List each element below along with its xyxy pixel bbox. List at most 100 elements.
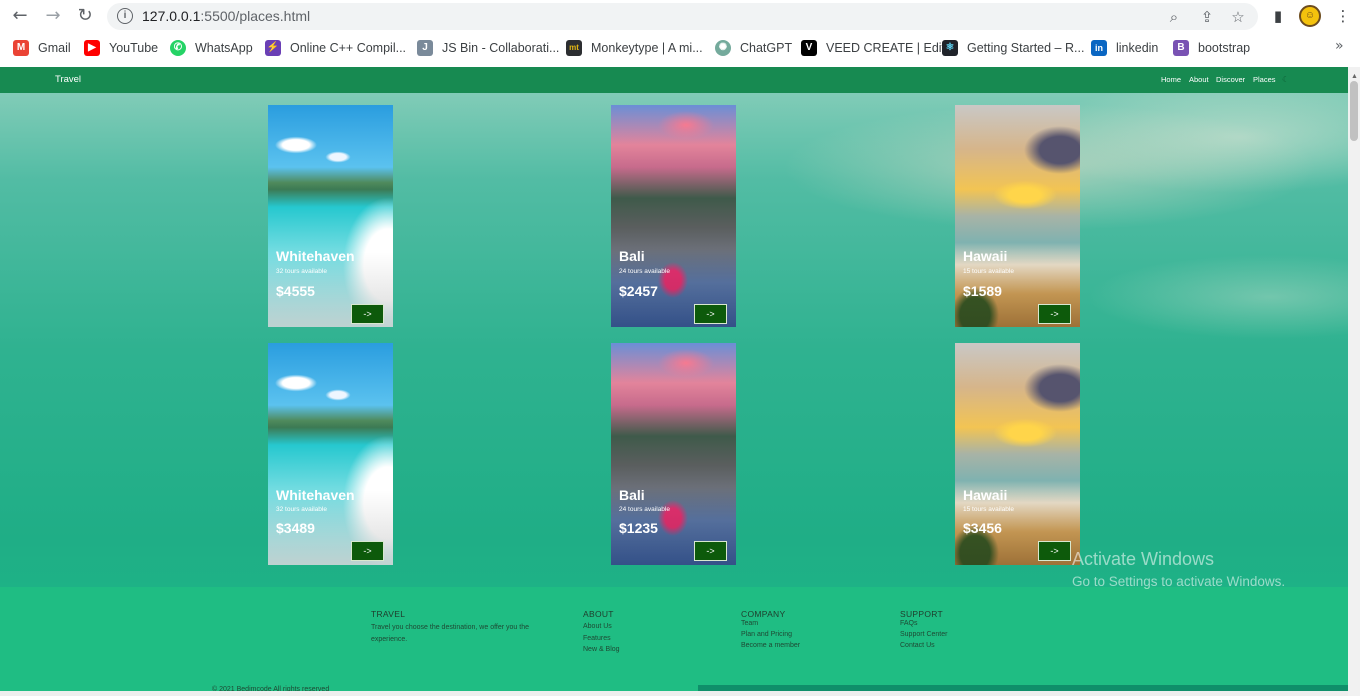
card-arrow-button[interactable]: -> [351, 304, 384, 324]
bookmark-label: Online C++ Compil... [290, 41, 407, 55]
react-icon: ⚛ [942, 40, 958, 56]
footer-link-support-center[interactable]: Support Center [900, 631, 947, 638]
card-arrow-button[interactable]: -> [694, 541, 727, 561]
place-card[interactable]: Whitehaven 32 tours available $4555 -> [268, 105, 393, 327]
bookmark-label: bootstrap [1198, 41, 1251, 55]
place-card[interactable]: Hawaii 15 tours available $3456 -> [955, 343, 1080, 565]
footer-heading-company: COMPANY [741, 609, 786, 619]
card-price: $2457 [619, 283, 658, 299]
bookmark-bootstrap[interactable]: Bbootstrap [1173, 39, 1250, 57]
browser-toolbar: ← → ↻ i 127.0.0.1:5500/places.html ⌕ ⇪ ☆… [0, 0, 1360, 33]
card-tours: 32 tours available [276, 506, 327, 513]
footer-heading-about: ABOUT [583, 609, 614, 619]
bookmark-veed[interactable]: V VEED CREATE | Edit [801, 39, 945, 57]
card-arrow-button[interactable]: -> [1038, 304, 1071, 324]
card-arrow-button[interactable]: -> [694, 304, 727, 324]
bookmark-star-icon[interactable]: ☆ [1228, 7, 1248, 27]
chatgpt-icon: ✺ [715, 40, 731, 56]
footer-link-faqs[interactable]: FAQs [900, 620, 918, 627]
site-header: Travel Home About Discover Places ☾ [0, 67, 1348, 93]
zoom-icon[interactable]: ⌕ [1164, 7, 1184, 27]
card-arrow-button[interactable]: -> [351, 541, 384, 561]
nav-link-discover[interactable]: Discover [1216, 75, 1245, 84]
footer-link-about-us[interactable]: About Us [583, 623, 612, 630]
card-price: $4555 [276, 283, 315, 299]
site-info-icon[interactable]: i [117, 8, 133, 24]
bookmarks-overflow-icon[interactable]: » [1335, 38, 1344, 54]
bookmark-jsbin[interactable]: J JS Bin - Collaborati... [417, 39, 559, 57]
footer-link-become-member[interactable]: Become a member [741, 642, 800, 649]
place-card[interactable]: Bali 24 tours available $2457 -> [611, 105, 736, 327]
watermark-subtitle: Go to Settings to activate Windows. [1072, 574, 1286, 589]
card-title: Hawaii [963, 487, 1008, 503]
reload-icon[interactable]: ↻ [73, 5, 97, 27]
url-host: 127.0.0.1 [142, 8, 201, 24]
card-title: Bali [619, 248, 645, 264]
card-tours: 32 tours available [276, 268, 327, 275]
bookmark-chatgpt[interactable]: ✺ ChatGPT [715, 39, 792, 57]
scrollbar-thumb[interactable] [1350, 81, 1358, 141]
bookmark-online-cpp[interactable]: ⚡ Online C++ Compil... [265, 39, 406, 57]
site-brand[interactable]: Travel [55, 74, 81, 85]
profile-avatar[interactable]: ☺ [1299, 5, 1321, 27]
jsbin-icon: J [417, 40, 433, 56]
bookmark-label: ChatGPT [740, 41, 793, 55]
bookmark-label: linkedin [1116, 41, 1159, 55]
card-price: $1235 [619, 520, 658, 536]
site-footer: TRAVEL Travel you choose the destination… [0, 587, 1348, 696]
card-price: $3489 [276, 520, 315, 536]
lightning-icon: ⚡ [265, 40, 281, 56]
youtube-icon: ▶ [84, 40, 100, 56]
card-tours: 15 tours available [963, 506, 1014, 513]
footer-link-features[interactable]: Features [583, 635, 611, 642]
veed-icon: V [801, 40, 817, 56]
whatsapp-icon: ✆ [170, 40, 186, 56]
url-text[interactable]: 127.0.0.1:5500/places.html [142, 8, 310, 24]
footer-link-news-blog[interactable]: New & Blog [583, 646, 620, 653]
bookmark-label: Getting Started – R... [967, 41, 1085, 55]
bookmark-label: JS Bin - Collaborati... [442, 41, 560, 55]
vertical-scrollbar[interactable]: ▲ [1348, 67, 1360, 696]
card-title: Whitehaven [276, 487, 355, 503]
monkeytype-icon: mt [566, 40, 582, 56]
footer-link-contact-us[interactable]: Contact Us [900, 642, 935, 649]
bookmark-monkeytype[interactable]: mt Monkeytype | A mi... [566, 39, 703, 57]
bookmark-label: WhatsApp [195, 41, 253, 55]
card-price: $3456 [963, 520, 1002, 536]
back-icon[interactable]: ← [8, 5, 32, 27]
bookmarks-bar: M Gmail ▶ YouTube ✆ WhatsApp ⚡ Online C++ Co… [0, 34, 1360, 62]
scroll-up-icon[interactable]: ▲ [1351, 73, 1358, 80]
footer-link-team[interactable]: Team [741, 620, 758, 627]
bookmark-youtube[interactable]: ▶ YouTube [84, 39, 158, 57]
card-title: Hawaii [963, 248, 1008, 264]
theme-toggle-icon[interactable]: ☾ [1282, 75, 1289, 84]
address-bar[interactable]: i 127.0.0.1:5500/places.html ⌕ ⇪ ☆ [107, 3, 1258, 30]
card-arrow-button[interactable]: -> [1038, 541, 1071, 561]
forward-icon[interactable]: → [41, 5, 65, 27]
bookmark-label: Monkeytype | A mi... [591, 41, 703, 55]
share-icon[interactable]: ⇪ [1197, 7, 1217, 27]
bootstrap-icon: B [1173, 40, 1189, 56]
nav-link-about[interactable]: About [1189, 75, 1209, 84]
nav-link-places[interactable]: Places [1253, 75, 1276, 84]
card-price: $1589 [963, 283, 1002, 299]
side-panel-icon[interactable]: ▮ [1268, 6, 1288, 26]
nav-link-home[interactable]: Home [1161, 75, 1181, 84]
horizontal-scroll-area[interactable] [0, 691, 1348, 696]
bookmark-linkedin[interactable]: in linkedin [1091, 39, 1158, 57]
card-tours: 24 tours available [619, 506, 670, 513]
bookmark-gmail[interactable]: M Gmail [13, 39, 71, 57]
footer-heading-support: SUPPORT [900, 609, 944, 619]
watermark-title: Activate Windows [1072, 549, 1215, 569]
bookmark-react[interactable]: ⚛ Getting Started – R... [942, 39, 1084, 57]
footer-heading-travel: TRAVEL [371, 609, 406, 619]
bookmark-whatsapp[interactable]: ✆ WhatsApp [170, 39, 253, 57]
bookmark-label: YouTube [109, 41, 159, 55]
url-path: :5500/places.html [200, 8, 311, 24]
place-card[interactable]: Hawaii 15 tours available $1589 -> [955, 105, 1080, 327]
menu-kebab-icon[interactable]: ⋮ [1333, 6, 1353, 26]
place-card[interactable]: Whitehaven 32 tours available $3489 -> [268, 343, 393, 565]
place-card[interactable]: Bali 24 tours available $1235 -> [611, 343, 736, 565]
bookmark-label: VEED CREATE | Edit [826, 41, 946, 55]
footer-link-plan-pricing[interactable]: Plan and Pricing [741, 631, 792, 638]
